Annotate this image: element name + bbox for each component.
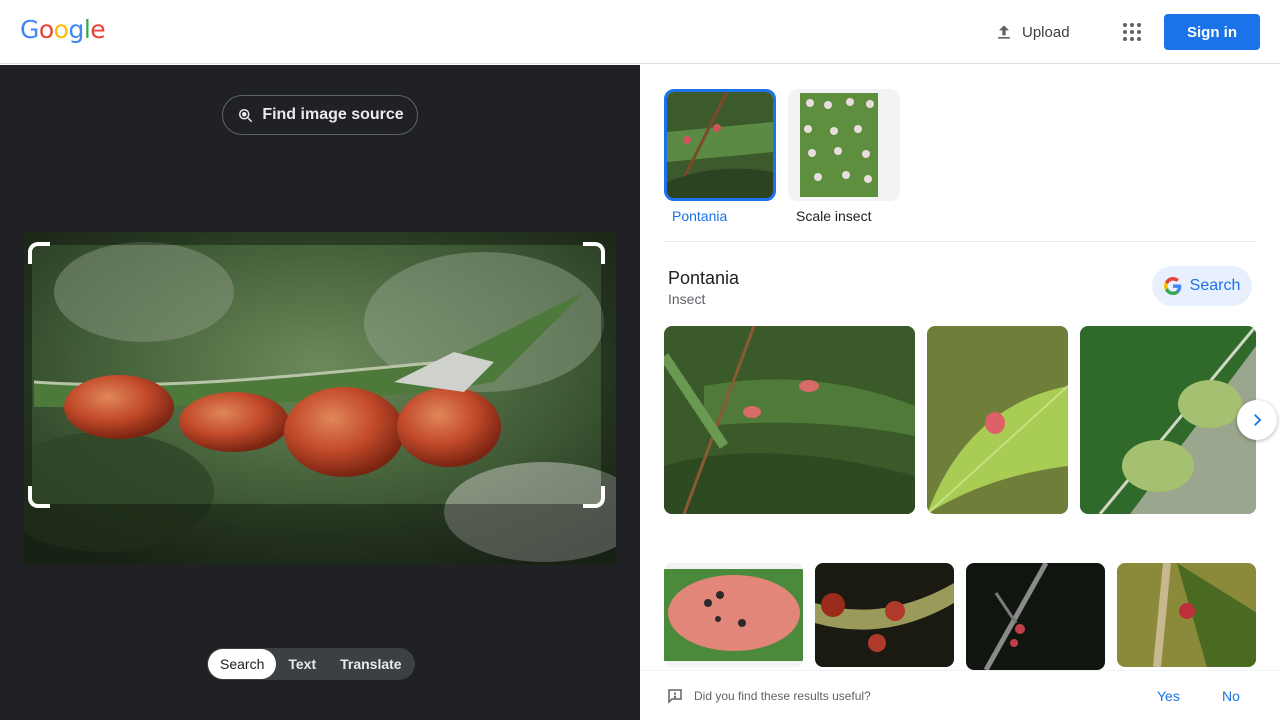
- feedback-icon: [668, 689, 682, 704]
- result-image[interactable]: [966, 563, 1105, 670]
- knowledge-subtitle: Insect: [668, 291, 706, 307]
- result-photo: [664, 563, 803, 667]
- result-image[interactable]: [1080, 326, 1256, 514]
- mode-text[interactable]: Text: [276, 649, 328, 679]
- chip-pontania[interactable]: Pontania: [664, 89, 776, 224]
- gall-photo-selected: [32, 245, 601, 504]
- image-preview-pane: Find image source Search Text Translate: [0, 65, 640, 720]
- logo-letter: g: [68, 15, 84, 44]
- mode-translate[interactable]: Translate: [328, 649, 413, 679]
- feedback-no-button[interactable]: No: [1222, 688, 1240, 704]
- apps-button[interactable]: [1112, 12, 1152, 52]
- result-image[interactable]: [1117, 563, 1256, 667]
- result-photo: [664, 326, 915, 514]
- logo-letter: o: [53, 15, 69, 44]
- feedback-question: Did you find these results useful?: [694, 689, 871, 703]
- result-photo: [927, 326, 1068, 514]
- sign-in-button[interactable]: Sign in: [1164, 14, 1260, 50]
- result-photo: [1080, 326, 1256, 514]
- find-image-source-button[interactable]: Find image source: [222, 95, 418, 135]
- chevron-right-icon: [1254, 414, 1262, 426]
- result-photo: [1117, 563, 1256, 667]
- uploaded-image[interactable]: [24, 232, 616, 565]
- result-photo: [966, 563, 1105, 670]
- crop-handle-top-left[interactable]: [28, 242, 50, 264]
- chip-label: Scale insect: [796, 208, 872, 224]
- upload-label: Upload: [1022, 23, 1070, 41]
- logo-letter: G: [20, 15, 39, 44]
- google-search-button[interactable]: Search: [1152, 266, 1252, 306]
- crop-handle-bottom-left[interactable]: [28, 486, 50, 508]
- google-search-label: Search: [1189, 277, 1241, 294]
- chip-label: Pontania: [672, 208, 728, 224]
- results-pane: Pontania Scale insect Pontania Insect Se…: [640, 65, 1280, 720]
- google-logo[interactable]: Google: [20, 15, 106, 44]
- crop-handle-top-right[interactable]: [583, 242, 605, 264]
- chip-thumbnail: [664, 89, 776, 201]
- chip-thumbnail: [788, 89, 900, 201]
- selection-region[interactable]: [32, 245, 601, 504]
- feedback-yes-button[interactable]: Yes: [1157, 688, 1180, 704]
- section-divider: [664, 241, 1256, 242]
- mode-search[interactable]: Search: [208, 649, 277, 679]
- google-g-icon: [1163, 277, 1181, 295]
- mode-switcher: Search Text Translate: [207, 648, 415, 680]
- logo-letter: o: [38, 15, 54, 44]
- upload-icon: [998, 25, 1010, 39]
- lens-search-icon: [239, 109, 253, 123]
- top-bar: Google Upload Sign in: [0, 0, 1280, 64]
- carousel-next-button[interactable]: [1237, 400, 1277, 440]
- result-image[interactable]: [927, 326, 1068, 514]
- chip-scale-insect[interactable]: Scale insect: [788, 89, 900, 224]
- result-image[interactable]: [664, 563, 803, 667]
- result-photo: [815, 563, 954, 667]
- feedback-bar: Did you find these results useful? Yes N…: [640, 670, 1280, 720]
- result-image[interactable]: [815, 563, 954, 667]
- crop-handle-bottom-right[interactable]: [583, 486, 605, 508]
- logo-letter: e: [90, 15, 106, 44]
- result-image[interactable]: [664, 326, 915, 514]
- knowledge-title: Pontania: [668, 268, 740, 288]
- find-image-source-label: Find image source: [262, 106, 404, 123]
- apps-grid-icon: [1123, 23, 1141, 41]
- upload-button[interactable]: Upload: [984, 14, 1080, 50]
